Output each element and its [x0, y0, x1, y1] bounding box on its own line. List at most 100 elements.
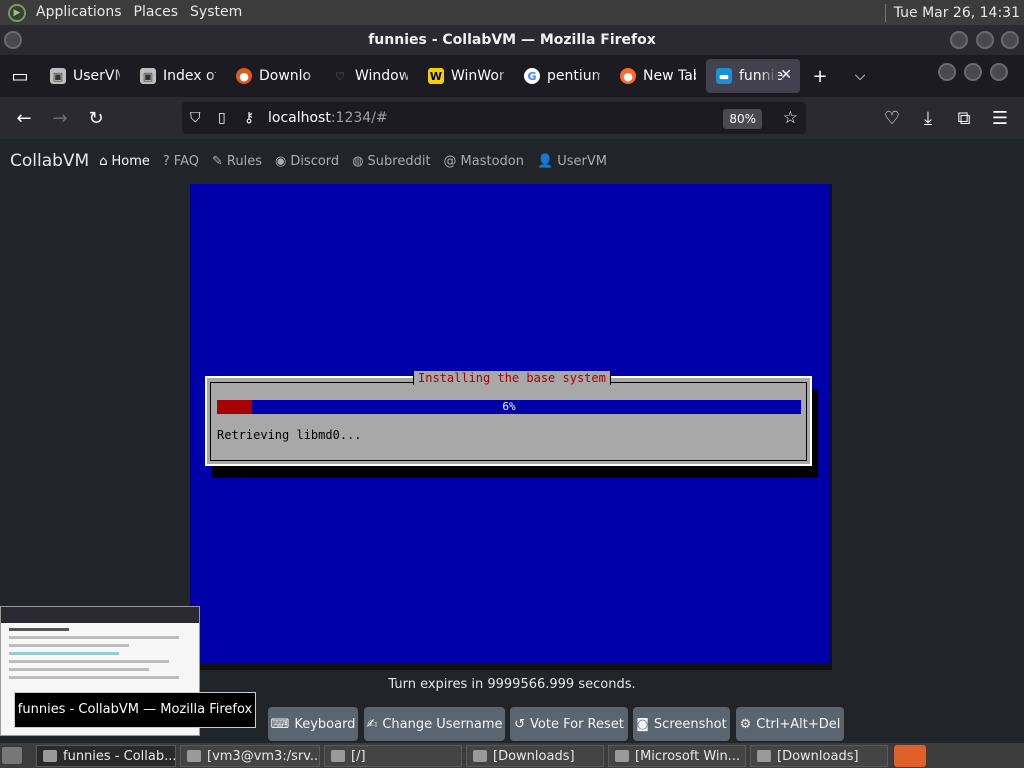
folder-icon [473, 750, 487, 762]
firefox-tray-icon[interactable] [894, 745, 926, 767]
terminal-icon [187, 750, 201, 762]
tab-index-of[interactable]: ▣ Index of [130, 59, 226, 93]
show-desktop-icon[interactable] [2, 747, 22, 764]
vote-reset-button[interactable]: ↺ Vote For Reset [510, 707, 628, 741]
keyboard-icon: ⌨ [270, 716, 290, 732]
camera-icon: ◙ [636, 716, 649, 732]
navigation-bar: ← → ↻ ⛉ ▯ ⚷ localhost:1234/# 80% ☆ ♡ ⤓ ⧉… [0, 97, 1024, 139]
tab-winworld[interactable]: W WinWor [418, 59, 514, 93]
distro-logo-icon[interactable]: ▶ [8, 3, 26, 22]
maximize-button[interactable] [976, 31, 994, 49]
downloads-button[interactable]: ⤓ [910, 102, 946, 134]
pocket-icon: ♡ [883, 107, 901, 129]
tab-uservm[interactable]: ▣ UserVM [40, 59, 130, 93]
task-microsoft-windows[interactable]: [Microsoft Win... [608, 745, 746, 767]
nav-mastodon[interactable]: @ Mastodon [444, 154, 524, 169]
tab-pentium[interactable]: G pentium [514, 59, 610, 93]
nav-faq[interactable]: ? FAQ [163, 154, 199, 169]
progress-bar: 6% [217, 400, 801, 414]
ff-minimize-button[interactable] [938, 63, 956, 81]
home-icon: ⌂ [99, 153, 108, 169]
top-panel: ▶ Applications Places System Tue Mar 26,… [0, 0, 1024, 25]
reload-button[interactable]: ↻ [78, 102, 114, 134]
task-firefox[interactable]: funnies - Collab... [36, 745, 176, 767]
site-brand[interactable]: CollabVM [10, 151, 89, 171]
reddit-icon: ◍ [352, 153, 364, 169]
puzzle-icon: ⧉ [957, 107, 971, 129]
plus-icon: + [812, 65, 828, 87]
firefox-icon [43, 750, 57, 762]
folder-icon [331, 750, 345, 762]
list-all-tabs-button[interactable]: ⌵ [840, 59, 880, 93]
menu-places[interactable]: Places [128, 0, 185, 25]
tab-funnies-active[interactable]: ▬ funnie ✕ [706, 59, 800, 93]
arrow-right-icon: → [52, 107, 68, 129]
clipboard-icon: ✎ [211, 153, 223, 169]
task-downloads-2[interactable]: [Downloads] [750, 745, 888, 767]
nav-subreddit[interactable]: ◍ Subreddit [352, 154, 430, 169]
menu-system[interactable]: System [184, 0, 248, 25]
google-icon: G [524, 68, 540, 84]
ff-close-button[interactable] [990, 63, 1008, 81]
page-icon[interactable]: ▯ [218, 110, 236, 126]
ctrl-alt-del-button[interactable]: ⚙ Ctrl+Alt+Del [736, 707, 844, 741]
url-text[interactable]: localhost:1234/# [268, 110, 388, 126]
window-menu-button[interactable] [4, 31, 22, 49]
winworld-icon: W [428, 68, 444, 84]
discord-icon: ◉ [274, 153, 287, 169]
key-icon[interactable]: ⚷ [244, 110, 262, 126]
screenshot-button[interactable]: ◙ Screenshot [633, 707, 730, 741]
nav-home[interactable]: ⌂ Home [99, 154, 150, 169]
gear-icon: ⚙ [739, 716, 752, 732]
tab-windows[interactable]: ♡ Window [322, 59, 418, 93]
minimize-button[interactable] [950, 31, 968, 49]
nav-uservm[interactable]: 👤 UserVM [537, 154, 607, 169]
mastodon-icon: @ [443, 153, 457, 169]
task-root-folder[interactable]: [/] [324, 745, 462, 767]
firefox-view-button[interactable]: ▭ [0, 59, 40, 93]
installer-dialog: Installing the base system 6% Retrieving… [205, 371, 812, 466]
window-titlebar[interactable]: funnies - CollabVM — Mozilla Firefox [0, 25, 1024, 55]
new-tab-button[interactable]: + [800, 59, 840, 93]
shield-icon[interactable]: ⛉ [190, 110, 208, 126]
clock[interactable]: Tue Mar 26, 14:31 [884, 3, 1024, 22]
back-button[interactable]: ← [6, 102, 42, 134]
url-bar[interactable]: ⛉ ▯ ⚷ localhost:1234/# 80% ☆ [182, 102, 806, 134]
pocket-button[interactable]: ♡ [874, 102, 910, 134]
firefox-view-icon: ▭ [11, 65, 29, 87]
computer-icon: ▣ [140, 68, 156, 84]
forward-button[interactable]: → [42, 102, 78, 134]
tab-strip: ▭ ▣ UserVM ▣ Index of ● Downloa ♡ Window… [0, 55, 1024, 97]
close-tab-icon[interactable]: ✕ [780, 67, 792, 83]
undo-icon: ↺ [514, 716, 526, 732]
firefox-icon: ● [620, 68, 636, 84]
task-terminal[interactable]: [vm3@vm3:/srv... [180, 745, 320, 767]
keyboard-button[interactable]: ⌨ Keyboard [268, 707, 358, 741]
download-icon: ⤓ [924, 107, 932, 129]
tab-downloads[interactable]: ● Downloa [226, 59, 322, 93]
zoom-level-button[interactable]: 80% [723, 109, 762, 129]
tab-new-tab[interactable]: ● New Tab [610, 59, 706, 93]
nav-rules[interactable]: ✎ Rules [212, 154, 262, 169]
arrow-left-icon: ← [16, 107, 32, 129]
app-icon [615, 750, 629, 762]
task-downloads-1[interactable]: [Downloads] [466, 745, 604, 767]
extensions-button[interactable]: ⧉ [946, 102, 982, 134]
ff-maximize-button[interactable] [964, 63, 982, 81]
progress-label: 6% [502, 400, 516, 413]
bookmark-star-icon[interactable]: ☆ [783, 108, 798, 128]
close-window-button[interactable] [1001, 31, 1019, 49]
reload-icon: ↻ [88, 107, 104, 129]
question-icon: ? [162, 153, 170, 169]
menu-applications[interactable]: Applications [30, 0, 128, 25]
window-icon: ♡ [335, 69, 345, 83]
dialog-title: Installing the base system [413, 371, 611, 385]
computer-icon: ▣ [50, 68, 66, 84]
user-edit-icon: ✍ [366, 716, 378, 732]
taskbar-tooltip: funnies - CollabVM — Mozilla Firefox [14, 692, 256, 728]
change-username-button[interactable]: ✍ Change Username [364, 707, 505, 741]
nav-discord[interactable]: ◉ Discord [275, 154, 339, 169]
site-navbar: CollabVM ⌂ Home ? FAQ ✎ Rules ◉ Discord ◍ Sub… [0, 139, 1024, 183]
chevron-down-icon: ⌵ [854, 68, 866, 84]
app-menu-button[interactable]: ☰ [982, 102, 1018, 134]
